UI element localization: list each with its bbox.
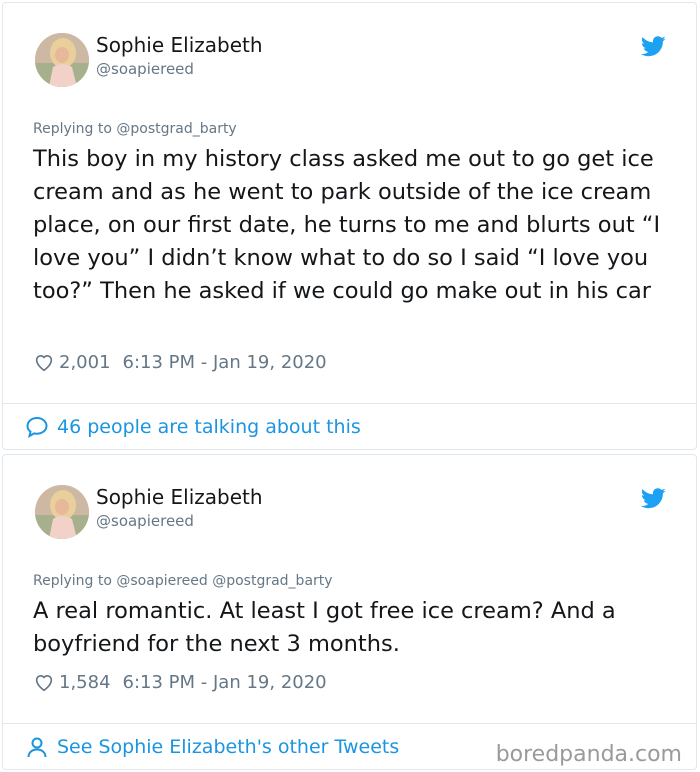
conversation-link-label: 46 people are talking about this: [57, 415, 361, 438]
person-icon: [27, 737, 47, 757]
replying-to[interactable]: Replying to @soapiereed @postgrad_barty: [33, 573, 333, 589]
author-name[interactable]: Sophie Elizabeth: [96, 485, 263, 509]
tweet-card: Sophie Elizabeth @soapiereed Replying to…: [2, 454, 697, 770]
author-handle[interactable]: @soapiereed: [96, 60, 194, 78]
heart-icon[interactable]: [33, 671, 55, 693]
twitter-bird-icon[interactable]: [641, 488, 666, 509]
tweet-meta: 2,001 6:13 PM - Jan 19, 2020: [33, 351, 327, 373]
avatar-photo: [35, 485, 89, 539]
tweet-text: This boy in my history class asked me ou…: [33, 146, 661, 304]
avatar[interactable]: [35, 485, 89, 539]
like-count[interactable]: 1,584: [59, 672, 111, 693]
tweet-meta: 1,584 6:13 PM - Jan 19, 2020: [33, 671, 327, 693]
speech-bubble-icon: [26, 416, 48, 438]
tweet-card: Sophie Elizabeth @soapiereed Replying to…: [2, 2, 697, 450]
author-name[interactable]: Sophie Elizabeth: [96, 33, 263, 57]
tweet-timestamp[interactable]: 6:13 PM - Jan 19, 2020: [123, 672, 327, 693]
replying-to[interactable]: Replying to @postgrad_barty: [33, 121, 237, 137]
watermark: boredpanda.com: [495, 742, 682, 767]
other-tweets-label: See Sophie Elizabeth's other Tweets: [57, 735, 400, 758]
avatar[interactable]: [35, 33, 89, 87]
tweet-timestamp[interactable]: 6:13 PM - Jan 19, 2020: [123, 352, 327, 373]
heart-icon[interactable]: [33, 351, 55, 373]
like-count[interactable]: 2,001: [59, 352, 111, 373]
twitter-bird-icon[interactable]: [641, 36, 666, 57]
conversation-link[interactable]: 46 people are talking about this: [3, 403, 696, 449]
avatar-photo: [35, 33, 89, 87]
tweet-text: A real romantic. At least I got free ice…: [33, 598, 616, 657]
author-handle[interactable]: @soapiereed: [96, 512, 194, 530]
